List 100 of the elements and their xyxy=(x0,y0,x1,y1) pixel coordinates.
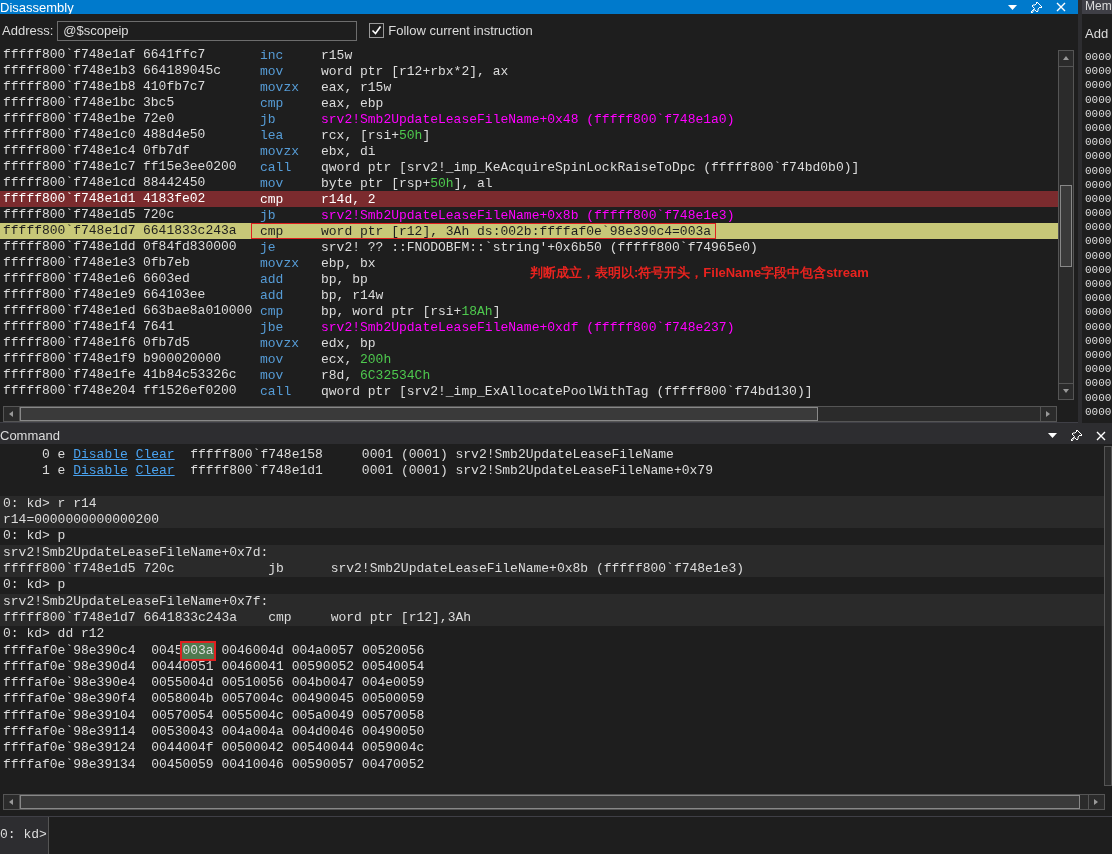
operand-text: r8d, 6C32534Ch xyxy=(321,368,431,382)
annotation-text: 判断成立，表明以:符号开头，FileName字段中包含stream xyxy=(530,264,869,282)
breakpoint-link[interactable]: Clear xyxy=(135,463,175,480)
bytes-text: 664189045c xyxy=(143,63,222,79)
mnemonic-text: call xyxy=(260,160,293,174)
mnemonic-text: jb xyxy=(260,112,277,126)
horizontal-scrollbar[interactable] xyxy=(3,794,1105,810)
address-text: fffff800`f748e1e9 xyxy=(3,287,137,303)
bytes-text: 488d4e50 xyxy=(143,127,207,143)
console-line: ffffaf0e`98e390d4 00440051 00460041 00590052 00540054 xyxy=(2,658,426,676)
address-text: fffff800`f748e1bc xyxy=(3,95,137,111)
mnemonic-text: mov xyxy=(260,64,285,78)
bytes-text: 0fb7eb xyxy=(143,255,191,271)
breakpoint-link[interactable]: Disable xyxy=(73,463,128,480)
prompt-label: 0: kd> xyxy=(0,826,48,844)
operand-text: srv2!Smb2UpdateLeaseFileName+0xdf (fffff800`f748e237) xyxy=(321,320,735,334)
breakpoint-link[interactable]: Disable xyxy=(73,447,128,464)
memory-text: 0000 xyxy=(1084,277,1112,292)
mnemonic-text: add xyxy=(260,288,285,302)
mnemonic-text: add xyxy=(260,272,285,286)
bytes-text: 6641833c243a xyxy=(143,223,238,239)
memory-text: 0000 xyxy=(1084,262,1112,277)
memory-text: 0000 xyxy=(1084,64,1112,79)
operand-text: srv2!Smb2UpdateLeaseFileName+0x8b (fffff800`f748e1e3) xyxy=(321,208,735,222)
bytes-text: 664103ee xyxy=(143,287,207,303)
memory-text: 0000 xyxy=(1084,347,1112,363)
memory-text: 0000 xyxy=(1084,248,1112,263)
memory-text: 0000 xyxy=(1084,319,1112,334)
bytes-text: 6641ffc7 xyxy=(143,47,207,63)
bytes-text: 6603ed xyxy=(143,271,191,287)
vertical-scrollbar[interactable] xyxy=(1058,50,1074,400)
operand-text: srv2! ?? ::FNODOBFM::`string'+0x6b50 (fffff800`f74965e0) xyxy=(321,240,758,254)
console-line: ffffaf0e`98e39104 00570054 0055004c 005a0049 00570058 xyxy=(2,707,426,725)
memory-text: 0000 xyxy=(1084,305,1112,320)
memory-text: 0000 xyxy=(1084,78,1112,93)
operand-text: bp, r14w xyxy=(321,288,384,302)
console-line: ffffaf0e`98e390e4 0055004d 00510056 004b0047 004e0059 xyxy=(2,675,426,692)
highlighted-row[interactable]: fffff800`f748e1d1 4183fe02 cmp r14d, 2 xyxy=(0,191,1058,207)
memory-text: 0000 xyxy=(1084,206,1112,221)
follow-checkbox[interactable] xyxy=(369,23,385,38)
memory-text: 0000 xyxy=(1084,376,1112,391)
breakpoint-link[interactable]: Clear xyxy=(135,447,175,464)
console-text: 1 e xyxy=(41,463,67,480)
address-text: fffff800`f748e1d5 xyxy=(3,207,137,223)
mnemonic-text: cmp xyxy=(260,304,285,318)
scrollbar-thumb[interactable] xyxy=(1060,185,1072,267)
memory-text: 0000 xyxy=(1084,220,1112,235)
memory-text: 0000 xyxy=(1084,333,1112,348)
operand-text: word ptr [r12], 3Ah ds:002b:ffffaf0e`98e390c4=003a xyxy=(321,224,712,238)
memory-text: 0000 xyxy=(1084,149,1112,164)
console-line: ffffaf0e`98e390f4 0058004b 0057004c 00490045 00500059 xyxy=(2,691,426,708)
pin-icon[interactable] xyxy=(1071,430,1082,441)
memory-text: 0000 xyxy=(1084,291,1112,306)
command-input-field[interactable] xyxy=(48,817,1112,854)
vertical-scrollbar[interactable] xyxy=(1104,446,1112,786)
mnemonic-text: lea xyxy=(260,128,285,142)
address-text: fffff800`f748e1d1 xyxy=(3,191,137,207)
console-text: fffff800`f748e1d1 0001 (0001) srv2!Smb2UpdateLeaseFileName+0x79 xyxy=(189,463,713,480)
address-text: fffff800`f748e1e6 xyxy=(3,271,137,287)
bytes-text: 0f84fd830000 xyxy=(143,239,238,255)
operand-text: ebx, di xyxy=(321,144,376,158)
scrollbar-thumb[interactable] xyxy=(20,795,1080,809)
bytes-text: 72e0 xyxy=(143,111,176,127)
bytes-text: ff1526ef0200 xyxy=(143,383,238,399)
memory-text: 0000 xyxy=(1084,120,1112,136)
console-line: ffffaf0e`98e39114 00530043 004a004a 004d0046 00490050 xyxy=(2,724,426,741)
operand-text: word ptr [r12+rbx*2], ax xyxy=(321,64,509,78)
mnemonic-text: cmp xyxy=(260,224,285,238)
operand-text: ecx, 200h xyxy=(321,352,392,366)
bytes-text: ff15e3ee0200 xyxy=(143,159,238,175)
address-text: fffff800`f748e1fe xyxy=(3,367,137,383)
address-text: fffff800`f748e1ed xyxy=(3,303,137,319)
close-icon[interactable] xyxy=(1096,430,1106,441)
mnemonic-text: movzx xyxy=(260,144,300,158)
address-label: Add xyxy=(1084,25,1110,43)
memory-text: 0000 xyxy=(1084,177,1112,192)
address-text: fffff800`f748e1d7 xyxy=(3,223,137,239)
address-text: fffff800`f748e1be xyxy=(3,111,137,127)
highlighted-row[interactable]: fffff800`f748e1d7 6641833c243a cmp word ptr [r12], 3Ah ds:002b:ffffaf0e`98e390c4=003a xyxy=(0,223,1058,239)
memory-text: 0000 xyxy=(1084,362,1112,377)
panel-title: Mem xyxy=(1082,0,1112,14)
memory-text: 0000 xyxy=(1084,390,1112,405)
console-line: ffffaf0e`98e39134 00450059 00410046 00590057 00470052 xyxy=(2,756,426,773)
address-text: fffff800`f748e1f4 xyxy=(3,319,137,335)
console-text: 0046004d 004a0057 00520056 xyxy=(220,642,425,659)
address-field[interactable]: @$scopeip xyxy=(57,20,358,41)
address-text: fffff800`f748e1c4 xyxy=(3,143,137,159)
mnemonic-text: inc xyxy=(260,48,285,62)
mnemonic-text: movzx xyxy=(260,336,300,350)
operand-text: bp, bp xyxy=(321,272,368,286)
address-text: fffff800`f748e1af xyxy=(3,47,137,63)
scrollbar-thumb[interactable] xyxy=(20,407,818,421)
horizontal-scrollbar[interactable] xyxy=(3,406,1057,422)
operand-text: bp, word ptr [rsi+18Ah] xyxy=(321,304,501,318)
dropdown-icon[interactable] xyxy=(1048,433,1057,438)
panel-title: Disassembly xyxy=(0,1,74,14)
mnemonic-text: cmp xyxy=(260,96,285,110)
address-text: fffff800`f748e1e3 xyxy=(3,255,137,271)
console-line: ffffaf0e`98e39124 0044004f 00500042 00540044 0059004c xyxy=(2,740,426,757)
mnemonic-text: movzx xyxy=(260,256,300,270)
